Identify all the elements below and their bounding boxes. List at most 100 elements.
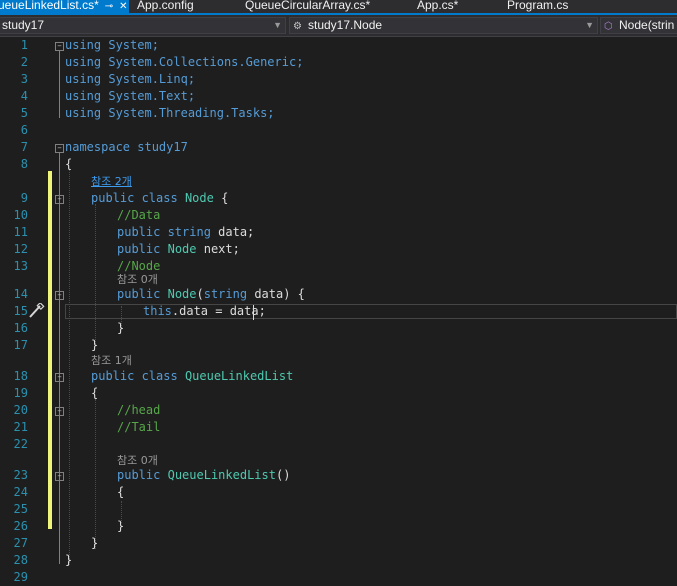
collapse-toggle[interactable]: − — [55, 195, 64, 204]
tab-label: Program.cs — [507, 0, 569, 12]
line-number: 16 — [13, 321, 28, 335]
code-text: namespace study17 — [65, 140, 188, 154]
tab-queuelinkedlist[interactable]: ueueLinkedList.cs* ⊸ ✕ — [0, 0, 129, 13]
line-number: 29 — [13, 570, 28, 584]
code-line: 12 public Node next; — [0, 241, 677, 258]
line-number: 24 — [13, 485, 28, 499]
code-text: } — [91, 536, 99, 550]
pin-icon[interactable]: ⊸ — [105, 1, 113, 12]
line-number: 3 — [20, 72, 28, 86]
code-text: public class QueueLinkedList — [91, 369, 294, 383]
code-text: using System.Collections.Generic; — [65, 55, 304, 69]
code-text: } — [65, 553, 73, 567]
code-line: 29 — [0, 569, 677, 586]
tab-label: QueueCircularArray.cs* — [245, 0, 371, 12]
code-line: 2 using System.Collections.Generic; — [0, 54, 677, 71]
line-number: 6 — [20, 123, 28, 137]
code-comment: //Tail — [117, 420, 161, 434]
code-line: 16 } — [0, 320, 677, 337]
code-line: 18 − public class QueueLinkedList — [0, 368, 677, 385]
code-line: 25 — [0, 501, 677, 518]
codelens-references[interactable]: 참조 1개 — [91, 352, 132, 369]
codelens-line: 참조 1개 — [0, 352, 677, 369]
line-number: 22 — [13, 437, 28, 451]
codelens-line: 참조 2개 — [0, 173, 677, 190]
code-line: 21 //Tail — [0, 419, 677, 436]
code-text: using System; — [65, 38, 159, 52]
line-number: 5 — [20, 106, 28, 120]
code-text: using System.Threading.Tasks; — [65, 106, 275, 120]
codelens-references[interactable]: 참조 2개 — [91, 173, 132, 190]
navigation-bar: study17 ▼ ⚙ study17.Node ▼ ⬡ Node(strin — [0, 15, 677, 37]
code-line: 10 //Data — [0, 207, 677, 224]
line-number: 15 — [13, 304, 28, 318]
line-number: 19 — [13, 386, 28, 400]
code-line: 7 − namespace study17 — [0, 139, 677, 156]
member-dropdown-value: Node(strin — [619, 18, 675, 32]
code-line: 3 using System.Linq; — [0, 71, 677, 88]
line-number: 27 — [13, 536, 28, 550]
close-icon[interactable]: ✕ — [119, 1, 127, 12]
line-number: 2 — [20, 55, 28, 69]
code-comment: //head — [117, 403, 161, 417]
member-dropdown[interactable]: ⬡ Node(strin — [600, 17, 677, 34]
tab-app-cs[interactable]: App.cs* — [417, 0, 458, 13]
code-line: 27 } — [0, 535, 677, 552]
line-number: 21 — [13, 420, 28, 434]
code-line: 11 public string data; — [0, 224, 677, 241]
code-line: 14 − public Node(string data) { — [0, 286, 677, 303]
code-text: this.data = data; — [143, 304, 266, 318]
collapse-toggle[interactable]: − — [55, 407, 64, 416]
collapse-toggle[interactable]: − — [55, 42, 64, 51]
line-number: 20 — [13, 403, 28, 417]
code-line: 28 } — [0, 552, 677, 569]
text-caret — [253, 305, 254, 320]
code-line: 19 { — [0, 385, 677, 402]
line-number: 7 — [20, 140, 28, 154]
code-text: public Node next; — [117, 242, 240, 256]
line-number: 9 — [20, 191, 28, 205]
tab-label: ueueLinkedList.cs* — [0, 0, 99, 12]
code-comment: //Data — [117, 208, 161, 222]
code-line: 4 using System.Text; — [0, 88, 677, 105]
code-text: using System.Text; — [65, 89, 196, 103]
line-number: 26 — [13, 519, 28, 533]
code-text: public string data; — [117, 225, 255, 239]
collapse-toggle[interactable]: − — [55, 291, 64, 300]
document-tab-strip: ueueLinkedList.cs* ⊸ ✕ App.config QueueCir… — [0, 0, 677, 13]
code-text: { — [91, 386, 99, 400]
code-line: 20 − //head — [0, 402, 677, 419]
code-text: public QueueLinkedList() — [117, 468, 291, 482]
code-text: public Node(string data) { — [117, 287, 305, 301]
code-line: 5 using System.Threading.Tasks; — [0, 105, 677, 122]
line-number: 8 — [20, 157, 28, 171]
line-number: 1 — [20, 38, 28, 52]
tab-app-config[interactable]: App.config — [137, 0, 194, 13]
type-dropdown[interactable]: ⚙ study17.Node ▼ — [289, 17, 598, 34]
chevron-down-icon: ▼ — [585, 20, 594, 30]
chevron-down-icon: ▼ — [273, 20, 282, 30]
line-number: 18 — [13, 369, 28, 383]
code-editor[interactable]: 1 − using System; 2 using System.Collect… — [0, 37, 677, 586]
method-icon: ⬡ — [604, 21, 613, 32]
code-text: using System.Linq; — [65, 72, 196, 86]
collapse-toggle[interactable]: − — [55, 373, 64, 382]
collapse-toggle[interactable]: − — [55, 472, 64, 481]
project-dropdown[interactable]: study17 ▼ — [0, 17, 286, 34]
code-text: { — [117, 485, 125, 499]
line-number: 23 — [13, 468, 28, 482]
collapse-toggle[interactable]: − — [55, 144, 64, 153]
code-text: } — [117, 321, 125, 335]
code-line: 26 } — [0, 518, 677, 535]
code-line: 9 − public class Node { — [0, 190, 677, 207]
line-number: 11 — [13, 225, 28, 239]
tab-queuecirculararray[interactable]: QueueCircularArray.cs* — [245, 0, 370, 13]
code-line: 15 this.data = data; — [0, 303, 677, 320]
tab-program-cs[interactable]: Program.cs — [507, 0, 568, 13]
code-line: 23 − public QueueLinkedList() — [0, 467, 677, 484]
line-number: 25 — [13, 502, 28, 516]
code-text: public class Node { — [91, 191, 229, 205]
line-number: 14 — [13, 287, 28, 301]
code-line: 1 − using System; — [0, 37, 677, 54]
code-line: 24 { — [0, 484, 677, 501]
